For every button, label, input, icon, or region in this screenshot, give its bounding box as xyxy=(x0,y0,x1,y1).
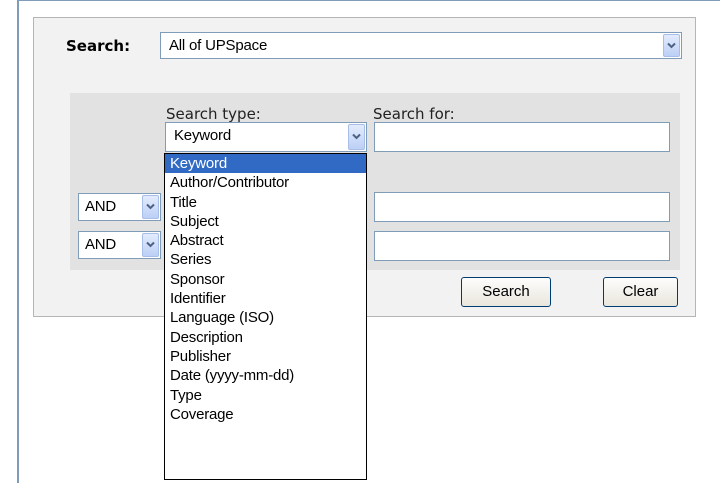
dropdown-option[interactable]: Subject xyxy=(165,212,366,231)
dropdown-option[interactable]: Description xyxy=(165,328,366,347)
dropdown-option[interactable]: Keyword xyxy=(165,154,366,174)
search-type-dropdown-button[interactable] xyxy=(348,124,365,150)
scope-select[interactable]: All of UPSpace xyxy=(160,32,682,59)
dropdown-option[interactable]: Sponsor xyxy=(165,270,366,289)
conjunction-select-row2[interactable]: AND xyxy=(78,193,161,221)
dropdown-option[interactable]: Coverage xyxy=(165,405,366,424)
conjunction-dropdown-button[interactable] xyxy=(142,195,159,219)
search-type-header: Search type: xyxy=(166,105,261,123)
chevron-down-icon xyxy=(146,241,155,248)
conjunction-select-value: AND xyxy=(85,198,117,215)
scope-select-value: All of UPSpace xyxy=(169,37,268,54)
clear-button[interactable]: Clear xyxy=(603,277,678,307)
dropdown-option[interactable]: Identifier xyxy=(165,289,366,308)
dropdown-option[interactable]: Title xyxy=(165,193,366,212)
dropdown-option[interactable]: Date (yyyy-mm-dd) xyxy=(165,366,366,385)
chevron-down-icon xyxy=(667,42,676,48)
search-for-input-row1[interactable] xyxy=(374,122,670,152)
page-frame-top-border xyxy=(17,0,720,1)
conjunction-select-row3[interactable]: AND xyxy=(78,231,161,259)
dropdown-option[interactable]: Publisher xyxy=(165,347,366,366)
dropdown-option[interactable]: Series xyxy=(165,250,366,269)
search-type-dropdown-list[interactable]: Keyword Author/Contributor Title Subject Abs… xyxy=(164,153,367,480)
search-type-select-value: Keyword xyxy=(174,127,231,144)
search-label: Search: xyxy=(66,37,131,55)
chevron-down-icon xyxy=(146,203,155,210)
chevron-down-icon xyxy=(352,133,361,140)
dropdown-option[interactable]: Author/Contributor xyxy=(165,173,366,192)
dropdown-option[interactable]: Type xyxy=(165,386,366,405)
search-for-header: Search for: xyxy=(373,105,455,123)
search-type-select-row1[interactable]: Keyword xyxy=(165,122,367,152)
conjunction-dropdown-button[interactable] xyxy=(142,233,159,257)
page-frame-left-border xyxy=(17,0,19,483)
dropdown-option[interactable]: Language (ISO) xyxy=(165,308,366,327)
search-for-input-row2[interactable] xyxy=(374,192,670,222)
scope-dropdown-button[interactable] xyxy=(663,34,680,57)
dropdown-option[interactable]: Abstract xyxy=(165,231,366,250)
conjunction-select-value: AND xyxy=(85,236,117,253)
search-button[interactable]: Search xyxy=(461,277,551,307)
search-for-input-row3[interactable] xyxy=(374,231,670,261)
